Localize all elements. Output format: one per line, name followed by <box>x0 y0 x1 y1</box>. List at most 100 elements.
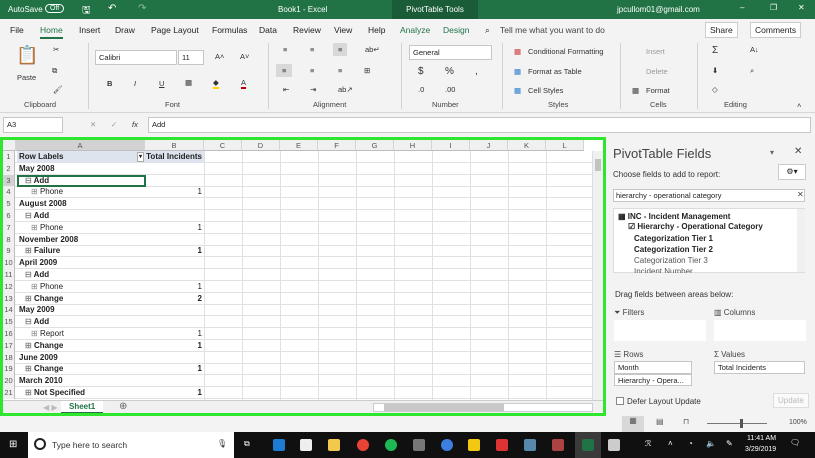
row-header[interactable]: 10 <box>3 257 15 270</box>
tab-help[interactable]: Help <box>368 25 385 35</box>
column-header-G[interactable]: G <box>356 140 394 151</box>
row-header[interactable]: 8 <box>3 233 15 246</box>
pane-close-icon[interactable]: ✕ <box>794 146 802 157</box>
collapse-icon[interactable]: ⊟ <box>25 270 34 279</box>
mail-icon[interactable] <box>300 439 312 451</box>
tools-gear-icon[interactable]: ⚙▾ <box>778 164 806 180</box>
clock-date[interactable]: 3/29/2019 <box>745 446 776 453</box>
zoom-slider[interactable] <box>707 419 767 428</box>
row-header[interactable]: 19 <box>3 363 15 376</box>
pivot-value-cell[interactable]: 1 <box>146 328 204 340</box>
clock-time[interactable]: 11:41 AM <box>747 435 776 442</box>
tab-design[interactable]: Design <box>443 25 469 35</box>
insert-function-icon[interactable]: fx <box>132 120 138 129</box>
app-icon[interactable] <box>413 439 425 451</box>
collapse-icon[interactable]: ⊟ <box>25 211 34 220</box>
app-icon[interactable] <box>608 439 620 451</box>
pane-options-icon[interactable]: ▾ <box>770 148 774 157</box>
column-header-C[interactable]: C <box>204 140 242 151</box>
save-icon[interactable]: 🖫 <box>82 3 91 20</box>
insert-cells-button[interactable]: Insert <box>646 47 665 56</box>
tab-draw[interactable]: Draw <box>115 25 135 35</box>
pivot-row-label[interactable]: April 2009 <box>17 257 146 269</box>
cell-styles-button[interactable]: Cell Styles <box>528 86 563 95</box>
underline-button[interactable]: U <box>159 79 164 88</box>
comments-button[interactable]: Comments <box>750 22 802 38</box>
page-layout-view-icon[interactable]: ▤ <box>656 417 664 426</box>
pivot-row-label[interactable]: ⊟ Add <box>17 174 146 187</box>
worksheet-grid[interactable]: ABCDEFGHIJKL 1 Row Labels ▾ Total Incidents… <box>0 137 606 416</box>
pen-icon[interactable]: ✎ <box>726 439 733 448</box>
columns-area[interactable] <box>714 320 806 341</box>
row-header[interactable]: 12 <box>3 280 15 293</box>
cancel-icon[interactable]: ✕ <box>90 120 96 129</box>
row-header[interactable]: 13 <box>3 292 15 305</box>
excel-taskbar-button[interactable] <box>575 432 601 458</box>
autosum-icon[interactable]: Σ <box>712 45 718 56</box>
app-icon[interactable] <box>524 439 536 451</box>
pivot-row-label[interactable]: ⊞ Change <box>17 363 146 375</box>
pivot-row-label[interactable]: March 2010 <box>17 375 146 387</box>
pivot-value-cell[interactable] <box>146 198 204 210</box>
find-select-icon[interactable]: ⌕ <box>750 66 754 76</box>
fill-color-icon[interactable]: ◆ <box>213 78 219 89</box>
expand-icon[interactable]: ⊞ <box>31 329 40 338</box>
network-icon[interactable]: ◔ <box>688 439 693 448</box>
percent-icon[interactable]: % <box>445 66 454 77</box>
pivot-value-cell[interactable] <box>146 257 204 269</box>
expand-icon[interactable]: ⊞ <box>31 282 40 291</box>
update-button[interactable]: Update <box>773 393 809 408</box>
pivot-row-label[interactable]: ⊞ Change <box>17 293 146 305</box>
bold-button[interactable]: B <box>107 79 112 88</box>
wrap-text-icon[interactable]: ab↵ <box>365 45 380 54</box>
row-header[interactable]: 1 <box>3 151 15 163</box>
borders-icon[interactable]: ▦ <box>185 78 192 87</box>
pivot-value-cell[interactable]: 1 <box>146 387 204 399</box>
edge-icon[interactable] <box>273 439 285 451</box>
pivot-value-cell[interactable] <box>146 163 204 175</box>
expand-icon[interactable]: ⊞ <box>25 341 34 350</box>
taskbar-search-box[interactable]: Type here to search 🎙 <box>28 432 234 458</box>
close-icon[interactable]: ✕ <box>798 3 805 12</box>
pivot-value-cell[interactable]: 1 <box>146 186 204 198</box>
undo-icon[interactable]: ↶ <box>108 3 116 14</box>
paste-button[interactable]: Paste <box>17 73 36 82</box>
pivot-value-cell[interactable] <box>146 375 204 387</box>
row-header[interactable]: 11 <box>3 269 15 281</box>
pivot-value-cell[interactable]: 1 <box>146 245 204 257</box>
row-header[interactable]: 21 <box>3 387 15 399</box>
defer-layout-checkbox[interactable] <box>616 397 624 405</box>
expand-icon[interactable]: ⊞ <box>25 388 34 397</box>
align-left-icon[interactable]: ≡ <box>276 64 293 77</box>
row-header[interactable]: 15 <box>3 316 15 329</box>
app-icon[interactable] <box>441 439 453 451</box>
clear-icon[interactable]: ◇ <box>712 85 718 94</box>
task-view-icon[interactable]: ⧉ <box>244 439 256 451</box>
row-header[interactable]: 2 <box>3 162 15 175</box>
format-cells-button[interactable]: Format <box>646 86 670 95</box>
row-header[interactable]: 3 <box>3 174 15 187</box>
pivot-value-cell[interactable] <box>146 210 204 222</box>
tab-insert[interactable]: Insert <box>79 25 100 35</box>
field-inc-incident-management[interactable]: ▦ INC - Incident Management <box>618 212 730 221</box>
pivot-value-cell[interactable]: 1 <box>146 340 204 352</box>
pivot-value-cell[interactable] <box>146 304 204 316</box>
decrease-indent-icon[interactable]: ⇤ <box>283 85 289 94</box>
collapse-icon[interactable]: ⊟ <box>25 317 34 326</box>
pivot-row-label[interactable]: ⊞ Not Specified <box>17 387 146 399</box>
align-middle-icon[interactable]: ≡ <box>310 45 314 54</box>
pivot-value-cell[interactable] <box>146 352 204 364</box>
autosave-toggle[interactable]: Off <box>45 4 65 13</box>
pivot-row-label[interactable]: ⊞ Report <box>17 328 146 340</box>
app-icon[interactable] <box>496 439 508 451</box>
align-right-icon[interactable]: ≡ <box>338 66 342 75</box>
redo-icon[interactable]: ↷ <box>138 3 146 14</box>
row-header[interactable]: 14 <box>3 304 15 317</box>
pivot-row-label[interactable]: Row Labels ▾ <box>17 151 146 163</box>
decrease-decimal-icon[interactable]: .00 <box>445 85 455 94</box>
windows-start-icon[interactable]: ⊞ <box>9 439 17 450</box>
row-header[interactable]: 16 <box>3 328 15 340</box>
tab-formulas[interactable]: Formulas <box>212 25 247 35</box>
tab-file[interactable]: File <box>10 25 24 35</box>
select-all-corner[interactable] <box>3 140 16 151</box>
